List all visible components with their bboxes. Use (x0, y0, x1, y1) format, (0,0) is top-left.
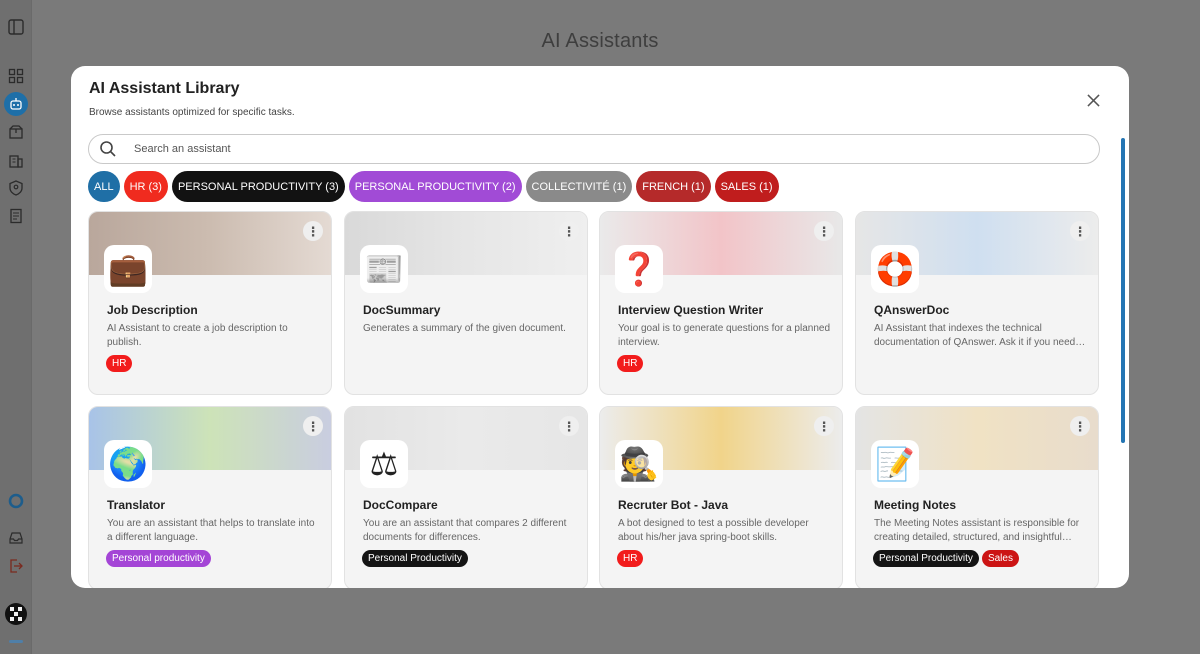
shield-user-icon[interactable] (6, 178, 26, 198)
card-menu-button[interactable]: ⋮ (814, 416, 834, 436)
assistant-avatar-icon: ⚖ (360, 440, 408, 488)
more-vert-icon: ⋮ (1073, 223, 1087, 239)
assistant-card[interactable]: ⋮ 📰 DocSummary Generates a summary of the g… (344, 211, 588, 395)
more-vert-icon: ⋮ (306, 418, 320, 434)
grid-icon[interactable] (6, 66, 26, 86)
modal-subtitle: Browse assistants optimized for specific… (89, 107, 295, 118)
assistant-card[interactable]: ⋮ 🕵 Recruter Bot - Java A bot designed to t… (599, 406, 843, 588)
user-avatar-icon[interactable] (4, 602, 28, 626)
assistant-tag: Personal Productivity (362, 550, 468, 567)
card-menu-button[interactable]: ⋮ (303, 416, 323, 436)
assistant-card[interactable]: ⋮ 🌍 Translator You are an assistant that he… (88, 406, 332, 588)
card-menu-button[interactable]: ⋮ (814, 221, 834, 241)
card-menu-button[interactable]: ⋮ (303, 221, 323, 241)
filter-chip[interactable]: COLLECTIVITÉ (1) (525, 171, 633, 202)
assistant-avatar-icon: 🛟 (871, 245, 919, 293)
assistant-description: AI Assistant that indexes the technical … (874, 323, 1076, 348)
page-title: AI Assistants (541, 30, 659, 52)
inbox-icon[interactable] (6, 528, 26, 548)
more-vert-icon: ⋮ (562, 418, 576, 434)
filter-chip[interactable]: SALES (1) (714, 171, 779, 202)
circle-logo-icon[interactable] (6, 491, 26, 511)
assistant-avatar-icon: 📝 (871, 440, 919, 488)
assistant-name: Translator (107, 498, 166, 512)
scrollbar[interactable] (1121, 138, 1125, 443)
card-menu-button[interactable]: ⋮ (1070, 416, 1090, 436)
assistant-name: DocCompare (363, 498, 438, 512)
assistant-library-modal: AI Assistant Library Browse assistants o… (71, 66, 1129, 588)
document-icon[interactable] (6, 206, 26, 226)
assistant-name: Job Description (107, 303, 198, 317)
assistant-tags: HR (617, 550, 644, 567)
search-input[interactable] (134, 143, 1034, 155)
robot-icon[interactable] (4, 92, 28, 116)
more-vert-icon: ⋮ (306, 223, 320, 239)
card-menu-button[interactable]: ⋮ (1070, 221, 1090, 241)
box-icon[interactable] (6, 122, 26, 142)
assistant-name: Recruter Bot - Java (618, 498, 729, 512)
assistant-tag: HR (617, 355, 644, 372)
filter-chip[interactable]: FRENCH (1) (636, 171, 711, 202)
assistant-name: Meeting Notes (874, 498, 957, 512)
assistant-description: A bot designed to test a possible develo… (618, 518, 809, 543)
assistant-card[interactable]: ⋮ ⚖ DocCompare You are an assistant that co… (344, 406, 588, 588)
assistant-avatar-icon: 🌍 (104, 440, 152, 488)
assistant-tags: Personal Productivity Sales (873, 550, 1019, 567)
logout-icon[interactable] (6, 556, 26, 576)
assistant-description: AI Assistant to create a job description… (107, 323, 288, 348)
assistant-name: QAnswerDoc (874, 303, 950, 317)
assistant-tags: HR (617, 355, 644, 372)
assistant-tags: HR (106, 355, 133, 372)
assistant-tags: Personal productivity (106, 550, 211, 567)
assistant-card[interactable]: ⋮ 📝 Meeting Notes The Meeting Notes assista… (855, 406, 1099, 588)
assistant-avatar-icon: 🕵 (615, 440, 663, 488)
assistant-avatar-icon: 📰 (360, 245, 408, 293)
assistant-tag: HR (617, 550, 644, 567)
assistant-avatar-icon: ❓ (615, 245, 663, 293)
filter-chip[interactable]: HR (3) (123, 171, 168, 202)
assistant-name: DocSummary (363, 303, 441, 317)
building-icon[interactable] (6, 150, 26, 170)
assistant-description: The Meeting Notes assistant is responsib… (874, 518, 1080, 543)
close-button[interactable] (1084, 91, 1102, 109)
more-vert-icon: ⋮ (562, 223, 576, 239)
assistant-tag: Personal Productivity (873, 550, 979, 567)
assistant-tag: Personal productivity (106, 550, 211, 567)
card-menu-button[interactable]: ⋮ (559, 416, 579, 436)
assistant-avatar-icon: 💼 (104, 245, 152, 293)
assistant-tag: HR (106, 355, 133, 372)
filter-chip[interactable]: PERSONAL PRODUCTIVITY (2) (348, 171, 522, 202)
scroll-indicator (9, 640, 23, 643)
search-bar[interactable] (88, 134, 1100, 164)
assistant-card[interactable]: ⋮ ❓ Interview Question Writer Your goal is … (599, 211, 843, 395)
filter-chip[interactable]: ALL (88, 171, 120, 202)
more-vert-icon: ⋮ (817, 418, 831, 434)
more-vert-icon: ⋮ (1073, 418, 1087, 434)
sidebar (0, 0, 32, 654)
assistant-card[interactable]: ⋮ 💼 Job Description AI Assistant to create … (88, 211, 332, 395)
assistant-tag: Sales (981, 550, 1019, 567)
assistant-description: Generates a summary of the given documen… (363, 323, 566, 334)
assistant-description: You are an assistant that compares 2 dif… (363, 518, 567, 543)
assistant-name: Interview Question Writer (618, 303, 764, 317)
assistant-description: Your goal is to generate questions for a… (618, 323, 830, 348)
filter-chips: ALL HR (3) PERSONAL PRODUCTIVITY (3) PERSON… (88, 171, 779, 202)
modal-title: AI Assistant Library (89, 80, 240, 97)
close-icon (1086, 93, 1100, 107)
assistant-card[interactable]: ⋮ 🛟 QAnswerDoc AI Assistant that indexes th… (855, 211, 1099, 395)
search-icon (100, 141, 116, 157)
more-vert-icon: ⋮ (817, 223, 831, 239)
assistant-tags: Personal Productivity (362, 550, 468, 567)
filter-chip[interactable]: PERSONAL PRODUCTIVITY (3) (171, 171, 345, 202)
assistant-description: You are an assistant that helps to trans… (107, 518, 315, 543)
card-menu-button[interactable]: ⋮ (559, 221, 579, 241)
